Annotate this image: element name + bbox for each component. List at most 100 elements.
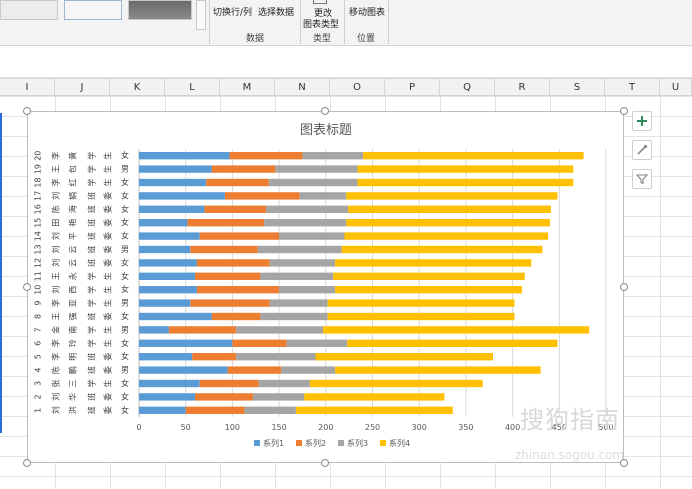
category-label: 华 bbox=[68, 393, 78, 401]
resize-handle[interactable] bbox=[23, 107, 31, 115]
move-chart-button[interactable]: 移动图表 bbox=[349, 5, 385, 18]
bar-segment bbox=[139, 406, 186, 414]
chart-style-thumbnail[interactable] bbox=[128, 0, 192, 20]
bar-segment bbox=[224, 192, 300, 200]
bar-segment bbox=[252, 393, 305, 401]
category-label: 学 bbox=[87, 326, 97, 334]
chart-filters-button[interactable] bbox=[632, 169, 652, 189]
category-label: 生 bbox=[103, 326, 113, 334]
resize-handle[interactable] bbox=[23, 283, 31, 291]
column-header[interactable]: T bbox=[605, 79, 660, 97]
bar-segment bbox=[279, 232, 345, 240]
bar-segment bbox=[257, 245, 342, 254]
category-label: 亚 bbox=[69, 299, 78, 307]
column-header[interactable]: N bbox=[275, 79, 330, 97]
category-label: 玲 bbox=[68, 339, 78, 347]
category-label: 1 bbox=[34, 408, 43, 413]
chart-type-icon bbox=[313, 0, 327, 4]
chart-style-thumbnail[interactable] bbox=[64, 0, 122, 20]
category-label: 生 bbox=[103, 286, 113, 294]
bar-segment bbox=[139, 326, 169, 334]
category-label: 班 bbox=[87, 393, 97, 401]
group-label-data: 数据 bbox=[246, 34, 265, 44]
category-label: 5 bbox=[34, 354, 43, 359]
switch-row-column-button[interactable]: 切换行/列 bbox=[213, 5, 252, 18]
legend-swatch bbox=[380, 440, 386, 446]
category-label: 明 bbox=[69, 353, 78, 361]
column-header[interactable]: R bbox=[495, 79, 550, 97]
x-tick-label: 300 bbox=[412, 423, 427, 432]
category-label: 学 bbox=[87, 272, 97, 280]
bar-segment bbox=[139, 312, 212, 321]
style-gallery-scroll[interactable] bbox=[196, 0, 206, 30]
bar-segment bbox=[199, 379, 259, 388]
category-label: 班 bbox=[87, 406, 97, 414]
category-label: 班 bbox=[87, 259, 97, 267]
resize-handle[interactable] bbox=[321, 459, 329, 467]
bar-segment bbox=[139, 219, 188, 227]
bar-segment bbox=[139, 286, 197, 294]
bar-segment bbox=[211, 165, 276, 173]
category-label: 女 bbox=[121, 378, 129, 388]
column-header[interactable]: M bbox=[220, 79, 275, 97]
category-label: 委 bbox=[103, 353, 113, 361]
x-tick-label: 400 bbox=[505, 423, 520, 432]
category-label: 班 bbox=[87, 353, 97, 361]
chart-tools-ribbon: 切换行/列 选择数据 数据 更改 图表类型 类型 移动图表 位置 bbox=[0, 0, 692, 46]
category-label: 鹏 bbox=[68, 366, 78, 374]
bar-segment bbox=[192, 353, 237, 361]
category-label: 永 bbox=[68, 272, 78, 280]
column-header[interactable]: Q bbox=[440, 79, 495, 97]
category-label: 15 bbox=[34, 218, 43, 228]
bar-segment bbox=[309, 379, 483, 388]
selection-indicator bbox=[0, 113, 2, 433]
bar-segment bbox=[236, 326, 323, 334]
column-header[interactable]: L bbox=[165, 79, 220, 97]
category-label: 李 bbox=[51, 299, 61, 307]
resize-handle[interactable] bbox=[23, 459, 31, 467]
category-label: 陈 bbox=[51, 205, 61, 213]
category-label: 班 bbox=[87, 246, 97, 254]
category-label: 班 bbox=[87, 205, 97, 213]
column-header[interactable]: K bbox=[110, 79, 165, 97]
bar-segment bbox=[266, 205, 349, 213]
x-tick-label: 0 bbox=[136, 423, 141, 432]
category-label: 7 bbox=[34, 327, 43, 332]
bar-segment bbox=[139, 339, 233, 347]
column-header[interactable]: S bbox=[550, 79, 605, 97]
filter-icon bbox=[636, 174, 648, 185]
category-label: 委 bbox=[103, 313, 113, 321]
category-label: 女 bbox=[121, 271, 129, 281]
column-header[interactable]: P bbox=[385, 79, 440, 97]
category-label: 学 bbox=[87, 179, 97, 187]
category-label: 生 bbox=[103, 152, 113, 160]
column-header[interactable]: J bbox=[55, 79, 110, 97]
legend-swatch bbox=[254, 440, 260, 446]
bar-segment bbox=[139, 245, 191, 254]
category-label: 学 bbox=[87, 152, 97, 160]
x-tick-label: 100 bbox=[225, 423, 240, 432]
category-label: 田 bbox=[52, 219, 61, 227]
category-label: 李 bbox=[51, 353, 61, 361]
column-header[interactable]: I bbox=[0, 79, 55, 97]
chart-style-thumbnail[interactable] bbox=[0, 0, 58, 20]
chart-elements-button[interactable] bbox=[632, 111, 652, 131]
group-label-type: 类型 bbox=[313, 34, 332, 44]
category-label: 委 bbox=[103, 259, 113, 267]
column-header[interactable]: U bbox=[660, 79, 692, 97]
legend-label: 系列3 bbox=[347, 438, 368, 448]
chart-styles-button[interactable] bbox=[632, 140, 652, 160]
select-data-button[interactable]: 选择数据 bbox=[258, 5, 294, 18]
resize-handle[interactable] bbox=[620, 283, 628, 291]
change-chart-type-button-line2[interactable]: 图表类型 bbox=[303, 17, 339, 30]
resize-handle[interactable] bbox=[620, 107, 628, 115]
brush-icon bbox=[637, 144, 648, 155]
bar-segment bbox=[341, 245, 543, 254]
bar-segment bbox=[280, 366, 336, 374]
ribbon-separator bbox=[388, 0, 389, 44]
category-label: 刘 bbox=[51, 246, 61, 254]
category-label: 包 bbox=[68, 165, 78, 173]
ribbon-separator bbox=[344, 0, 345, 44]
resize-handle[interactable] bbox=[321, 107, 329, 115]
column-header[interactable]: O bbox=[330, 79, 385, 97]
